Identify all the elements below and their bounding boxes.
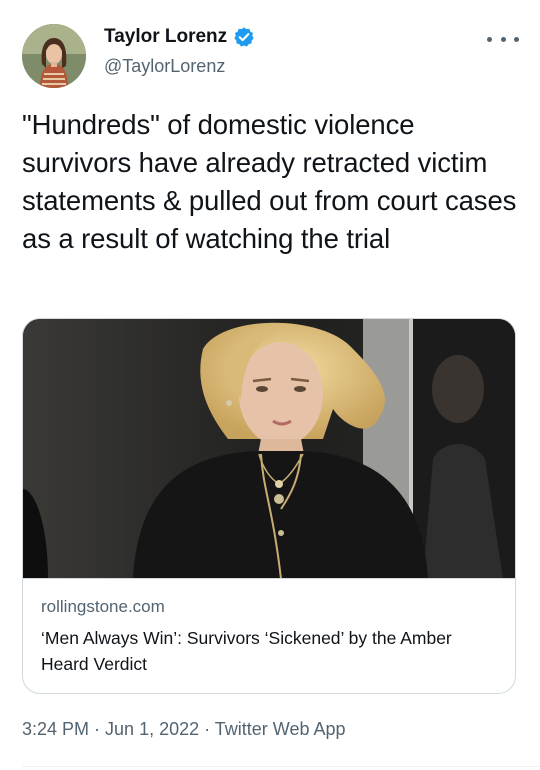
meta-separator: · [89,719,106,739]
divider [22,766,540,767]
meta-separator: · [199,719,215,739]
article-photo[interactable] [23,319,515,579]
tweet: Taylor Lorenz @TaylorLorenz "Hundreds" o… [0,0,540,770]
tweet-source[interactable]: Twitter Web App [215,719,346,739]
author-display-name[interactable]: Taylor Lorenz [104,26,227,48]
card-title[interactable]: ‘Men Always Win’: Survivors ‘Sickened’ b… [41,625,501,677]
avatar[interactable] [22,24,86,88]
dot [500,36,506,42]
more-dots-icon[interactable] [487,32,519,46]
tweet-meta: 3:24 PM · Jun 1, 2022 · Twitter Web App [22,719,346,740]
tweet-text: "Hundreds" of domestic violence survivor… [22,109,517,254]
link-card[interactable]: rollingstone.com ‘Men Always Win’: Survi… [22,318,516,694]
article-photo-icon [23,319,515,579]
tweet-date[interactable]: Jun 1, 2022 [105,719,199,739]
dot [487,36,492,42]
tweet-time[interactable]: 3:24 PM [22,719,89,739]
verified-badge-icon [233,26,255,48]
card-divider [23,578,515,579]
author-handle[interactable]: @TaylorLorenz [104,56,225,77]
author-name-row[interactable]: Taylor Lorenz [104,26,255,48]
dot [514,36,519,42]
profile-photo-icon [22,24,86,88]
card-domain: rollingstone.com [41,597,165,616]
